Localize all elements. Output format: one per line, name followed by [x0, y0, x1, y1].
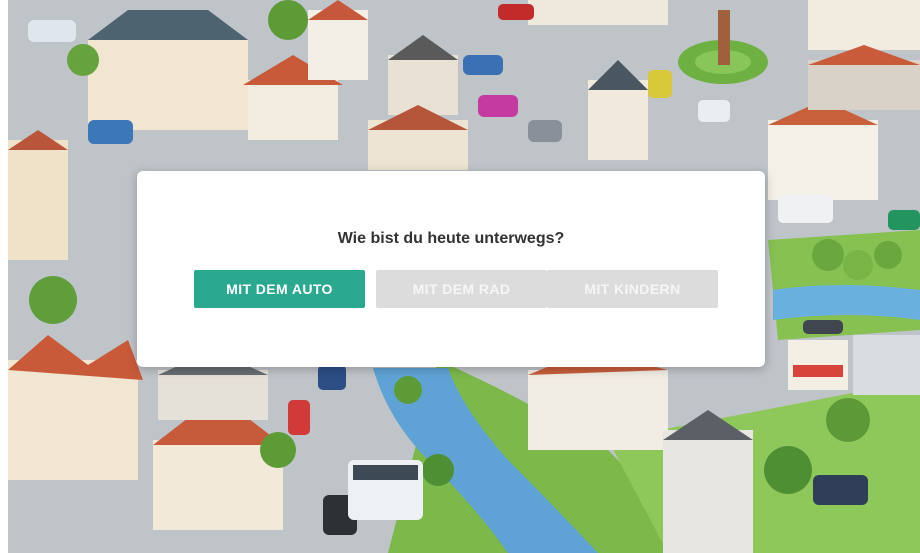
option-car-button[interactable]: MIT DEM AUTO [194, 270, 365, 308]
option-bike-button[interactable]: MIT DEM RAD [376, 270, 547, 308]
option-kids-button[interactable]: MIT KINDERN [547, 270, 718, 308]
transport-mode-dialog: Wie bist du heute unterwegs? MIT DEM AUT… [137, 171, 765, 367]
dialog-question: Wie bist du heute unterwegs? [337, 230, 565, 247]
